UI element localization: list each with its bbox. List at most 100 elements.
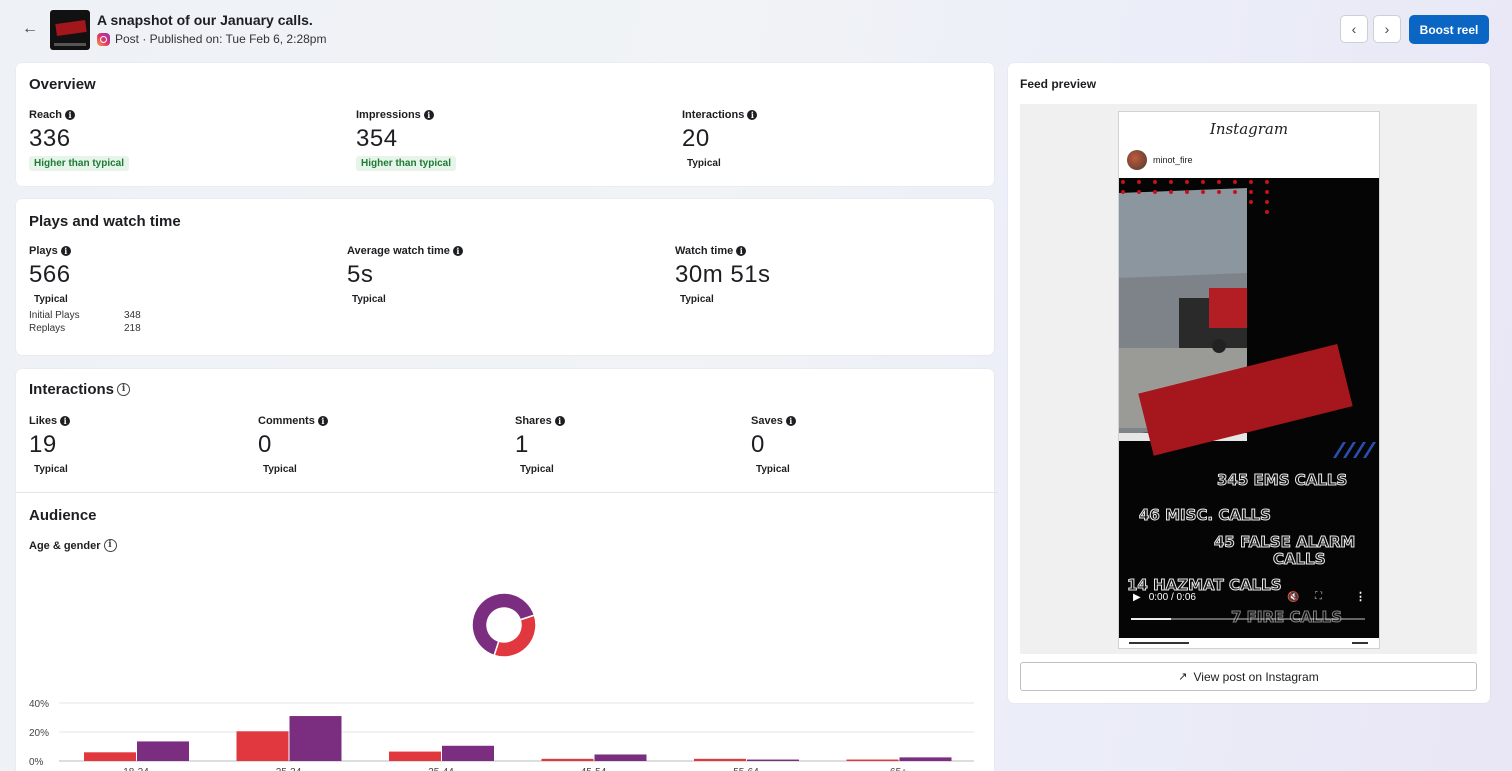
x-tick-label: 65+: [890, 767, 907, 771]
metric-label: Watch time: [675, 245, 734, 257]
instagram-icon: [97, 32, 110, 46]
info-icon[interactable]: i: [452, 246, 463, 256]
audience-title: Audience: [29, 507, 97, 524]
status-badge: Typical: [675, 292, 719, 307]
info-icon[interactable]: i: [747, 110, 758, 120]
metric-reach: Reach i 336 Higher than typical: [29, 109, 130, 171]
metric-label: Average watch time: [347, 245, 450, 257]
metric-label: Impressions: [356, 109, 421, 121]
bar-18-24-1[interactable]: [137, 741, 189, 761]
metric-label: Shares: [515, 415, 552, 427]
info-icon[interactable]: i: [785, 416, 796, 426]
age-gender-text: Age & gender: [29, 539, 101, 552]
plays-card: Plays and watch time Plays i 566 Typical …: [16, 199, 994, 355]
post-actions-icons: [1129, 642, 1189, 648]
interactions-title: Interactions i: [29, 381, 131, 398]
breakdown-value: 348: [124, 310, 141, 321]
status-badge: Typical: [751, 462, 795, 477]
video-caption: CALLS: [1273, 550, 1327, 569]
metric-value: 30m 51s: [675, 261, 771, 288]
info-icon[interactable]: i: [554, 416, 565, 426]
status-badge: Typical: [682, 156, 726, 171]
info-icon[interactable]: i: [317, 416, 328, 426]
info-icon[interactable]: i: [60, 246, 71, 256]
instagram-logo: Instagram: [1209, 120, 1289, 138]
bar-65+-1[interactable]: [899, 757, 952, 761]
metric-value: 0: [258, 431, 272, 458]
metric-average-watch-time: Average watch time i 5s Typical: [347, 245, 463, 307]
view-on-instagram-label: View post on Instagram: [1193, 669, 1319, 684]
info-icon[interactable]: i: [736, 246, 747, 256]
bar-35-44-1[interactable]: [442, 745, 494, 761]
boost-reel-button[interactable]: Boost reel: [1409, 15, 1489, 44]
status-badge: Higher than typical: [356, 156, 457, 171]
metric-value: 1: [515, 431, 529, 458]
post-title: A snapshot of our January calls.: [97, 12, 313, 28]
video-frame-graphic: [1119, 178, 1379, 638]
info-icon[interactable]: i: [117, 383, 131, 396]
post-thumbnail: [50, 10, 90, 50]
view-on-instagram-button[interactable]: ↗ View post on Instagram: [1020, 662, 1477, 691]
video-time: 0:00 / 0:06: [1148, 592, 1196, 603]
bar-55-64-1[interactable]: [747, 759, 799, 761]
play-icon[interactable]: ▶: [1133, 592, 1141, 603]
x-tick-label: 18-24: [123, 767, 149, 771]
metric-value: 20: [682, 125, 710, 152]
bar-35-44-0[interactable]: [389, 751, 441, 761]
metric-watch-time: Watch time i 30m 51s Typical: [675, 245, 771, 307]
info-icon[interactable]: i: [423, 110, 434, 120]
status-badge: Typical: [347, 292, 391, 307]
video-player[interactable]: 345 EMS CALLS 46 MISC. CALLS 45 FALSE AL…: [1119, 178, 1379, 638]
previous-post-button[interactable]: ‹: [1340, 15, 1368, 43]
metric-value: 336: [29, 125, 71, 152]
interactions-title-text: Interactions: [29, 381, 115, 398]
post-meta: Post · Published on: Tue Feb 6, 2:28pm: [97, 32, 326, 46]
info-icon[interactable]: i: [60, 416, 71, 426]
metric-shares: Shares i 1 Typical: [515, 415, 565, 477]
instagram-phone-preview: Instagram minot_fire 345 EMS CALLS 46 MI…: [1118, 111, 1380, 649]
bar-18-24-0[interactable]: [84, 752, 136, 761]
published-info: Post · Published on: Tue Feb 6, 2:28pm: [115, 32, 327, 46]
video-caption: 45 FALSE ALARM: [1213, 533, 1356, 552]
bar-25-34-1[interactable]: [289, 716, 342, 761]
breakdown-value: 218: [124, 323, 141, 334]
bar-65+-0[interactable]: [846, 759, 899, 761]
fullscreen-icon[interactable]: ⛶: [1315, 591, 1322, 602]
overview-card: Overview Reach i 336 Higher than typical …: [16, 63, 994, 186]
more-options-icon[interactable]: ⋮: [1355, 590, 1366, 603]
y-tick-label: 0%: [29, 757, 44, 768]
bar-55-64-0[interactable]: [694, 758, 746, 761]
status-badge: Higher than typical: [29, 156, 130, 171]
info-icon[interactable]: i: [103, 539, 117, 552]
username: minot_fire: [1153, 155, 1193, 165]
metric-saves: Saves i 0 Typical: [751, 415, 796, 477]
bar-25-34-0[interactable]: [236, 731, 289, 761]
mute-icon[interactable]: 🔇: [1287, 592, 1299, 603]
y-tick-label: 40%: [29, 699, 49, 710]
video-caption: 46 MISC. CALLS: [1139, 506, 1272, 525]
replays-row: Replays 218: [29, 323, 141, 334]
metric-interactions: Interactions i 20 Typical: [682, 109, 758, 171]
metric-label: Likes: [29, 415, 58, 427]
bar-45-54-1[interactable]: [594, 754, 647, 761]
metric-impressions: Impressions i 354 Higher than typical: [356, 109, 457, 171]
x-tick-label: 45-54: [581, 767, 607, 771]
age-gender-label: Age & gender i: [29, 539, 117, 552]
gender-donut-chart: [471, 592, 537, 658]
info-icon[interactable]: i: [65, 110, 76, 120]
feed-preview-title: Feed preview: [1020, 77, 1097, 91]
back-arrow-icon[interactable]: ←: [22, 20, 38, 38]
plays-title: Plays and watch time: [29, 213, 181, 230]
donut-slice-0[interactable]: [493, 614, 537, 658]
x-tick-label: 35-44: [428, 767, 454, 771]
initial-plays-row: Initial Plays 348: [29, 310, 141, 321]
breakdown-label: Replays: [29, 323, 66, 334]
bar-45-54-0[interactable]: [541, 758, 594, 761]
video-caption: 7 FIRE CALLS: [1230, 608, 1343, 627]
post-author: minot_fire: [1127, 150, 1193, 170]
status-badge: Typical: [29, 292, 73, 307]
status-badge: Typical: [515, 462, 559, 477]
metric-value: 19: [29, 431, 57, 458]
avatar: [1127, 150, 1147, 170]
next-post-button[interactable]: ›: [1373, 15, 1401, 43]
